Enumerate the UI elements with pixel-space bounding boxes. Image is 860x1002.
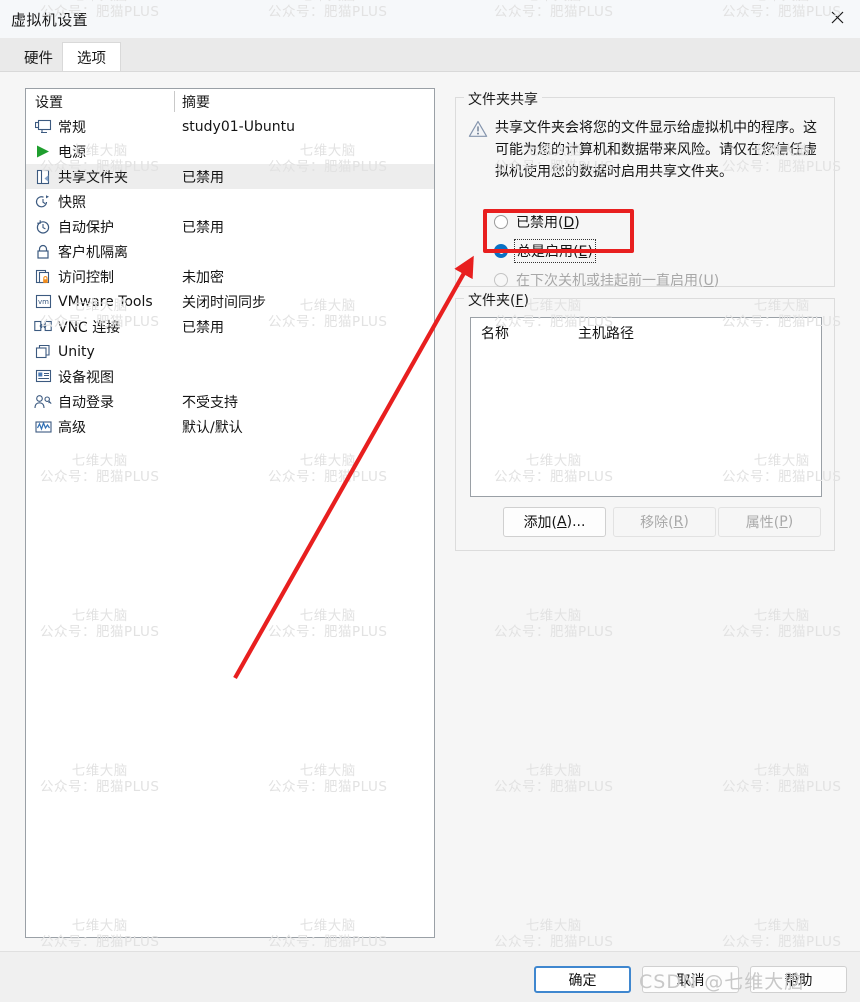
settings-row-label: Unity <box>58 343 95 360</box>
settings-row-label: VMware Tools <box>58 293 153 310</box>
cancel-button[interactable]: 取消 <box>642 966 739 993</box>
radio-enable-until-shutdown[interactable]: 在下次关机或挂起前一直启用(U) <box>494 269 719 291</box>
settings-row-vmware-tools[interactable]: vm VMware Tools 关闭时间同步 <box>26 289 434 314</box>
settings-row-general[interactable]: 常规 study01-Ubuntu <box>26 114 434 139</box>
settings-list[interactable]: 设置 摘要 常规 study01-Ubuntu 电源 共享文件夹 已禁用 快照 … <box>25 88 435 938</box>
folders-title: 文件夹(F) <box>464 290 533 310</box>
settings-row-summary: 默认/默认 <box>182 419 243 436</box>
remove-folder-button[interactable]: 移除(R) <box>613 507 716 537</box>
unity-icon <box>33 343 53 361</box>
settings-row-unity[interactable]: Unity <box>26 339 434 364</box>
settings-row-power[interactable]: 电源 <box>26 139 434 164</box>
column-header-settings: 设置 <box>35 95 63 111</box>
settings-row-summary: study01-Ubuntu <box>182 118 295 135</box>
settings-row-summary: 已禁用 <box>182 169 224 186</box>
settings-row-device-view[interactable]: 设备视图 <box>26 364 434 389</box>
settings-row-summary: 关闭时间同步 <box>182 294 266 311</box>
tab-hardware[interactable]: 硬件 <box>10 42 67 72</box>
settings-row-label: 快照 <box>58 194 86 211</box>
settings-row-label: 常规 <box>58 119 86 136</box>
autoprotect-icon <box>33 218 53 236</box>
radio-label: 已禁用(D) <box>516 215 580 231</box>
radio-label: 在下次关机或挂起前一直启用(U) <box>516 273 720 289</box>
radio-mark <box>494 215 508 229</box>
folder-sharing-warning-text: 共享文件夹会将您的文件显示给虚拟机中的程序。这可能为您的计算机和数据带来风险。请… <box>495 120 817 180</box>
column-divider <box>174 91 175 112</box>
ok-button[interactable]: 确定 <box>534 966 631 993</box>
play-triangle-icon <box>33 143 53 161</box>
svg-text:vm: vm <box>38 298 49 306</box>
close-icon[interactable] <box>814 0 860 34</box>
settings-row-label: 设备视图 <box>58 369 114 386</box>
settings-row-advanced[interactable]: 高级 默认/默认 <box>26 414 434 439</box>
radio-disabled[interactable]: 已禁用(D) <box>494 211 580 233</box>
settings-row-summary: 不受支持 <box>182 394 238 411</box>
settings-row-autologin[interactable]: 自动登录 不受支持 <box>26 389 434 414</box>
settings-row-label: VNC 连接 <box>58 319 121 336</box>
settings-row-label: 电源 <box>58 144 86 161</box>
settings-row-guest-isolation[interactable]: 客户机隔离 <box>26 239 434 264</box>
radio-mark <box>494 244 508 258</box>
tab-strip: 硬件 选项 <box>0 38 860 73</box>
settings-row-label: 高级 <box>58 419 86 436</box>
folders-column-name: 名称 <box>481 326 509 342</box>
folder-sharing-groupbox: 文件夹共享 共享文件夹会将您的文件显示给虚拟机中的程序。这可能为您的计算机和数据… <box>455 89 835 289</box>
settings-row-shared-folders[interactable]: 共享文件夹 已禁用 <box>26 164 434 189</box>
access-control-icon <box>33 268 53 286</box>
snapshot-clock-icon <box>33 193 53 211</box>
add-folder-button[interactable]: 添加(A)... <box>503 507 606 537</box>
device-view-icon <box>33 368 53 386</box>
monitor-icon <box>33 118 53 136</box>
settings-row-label: 访问控制 <box>58 269 114 286</box>
settings-row-label: 客户机隔离 <box>58 244 128 261</box>
settings-list-header: 设置 摘要 <box>26 89 434 113</box>
settings-row-label: 共享文件夹 <box>58 169 128 186</box>
vm-settings-window: 虚拟机设置 硬件 选项 设置 摘要 常规 study01-Ubuntu 电源 共… <box>0 0 860 1002</box>
vnc-icon <box>33 318 53 336</box>
folders-groupbox: 文件夹(F) 名称 主机路径 添加(A)... 移除(R) 属性(P) <box>455 290 835 551</box>
warning-triangle-icon <box>468 120 488 140</box>
radio-mark <box>494 273 508 287</box>
folders-column-host-path: 主机路径 <box>578 326 634 342</box>
column-header-summary: 摘要 <box>182 95 210 111</box>
settings-list-rows: 常规 study01-Ubuntu 电源 共享文件夹 已禁用 快照 自动保护 已… <box>26 114 434 439</box>
settings-row-summary: 未加密 <box>182 269 224 286</box>
settings-row-label: 自动登录 <box>58 394 114 411</box>
radio-always-enabled[interactable]: 总是启用(E) <box>494 239 596 263</box>
radio-label: 总是启用(E) <box>514 239 596 263</box>
folder-sharing-title: 文件夹共享 <box>464 89 542 109</box>
folder-properties-button[interactable]: 属性(P) <box>718 507 821 537</box>
settings-row-vnc[interactable]: VNC 连接 已禁用 <box>26 314 434 339</box>
lock-icon <box>33 243 53 261</box>
tab-options[interactable]: 选项 <box>62 42 121 73</box>
settings-row-summary: 已禁用 <box>182 319 224 336</box>
settings-row-summary: 已禁用 <box>182 219 224 236</box>
settings-row-snapshot[interactable]: 快照 <box>26 189 434 214</box>
help-button[interactable]: 帮助 <box>750 966 847 993</box>
title-bar: 虚拟机设置 <box>0 0 860 38</box>
settings-row-access-control[interactable]: 访问控制 未加密 <box>26 264 434 289</box>
shared-folder-icon <box>33 168 53 186</box>
vmware-tools-icon: vm <box>33 293 53 311</box>
advanced-icon <box>33 418 53 436</box>
settings-row-autoprotect[interactable]: 自动保护 已禁用 <box>26 214 434 239</box>
settings-row-label: 自动保护 <box>58 219 114 236</box>
folders-listbox[interactable]: 名称 主机路径 <box>470 317 822 497</box>
footer-separator <box>0 951 860 952</box>
window-title: 虚拟机设置 <box>11 11 89 29</box>
autologin-icon <box>33 393 53 411</box>
